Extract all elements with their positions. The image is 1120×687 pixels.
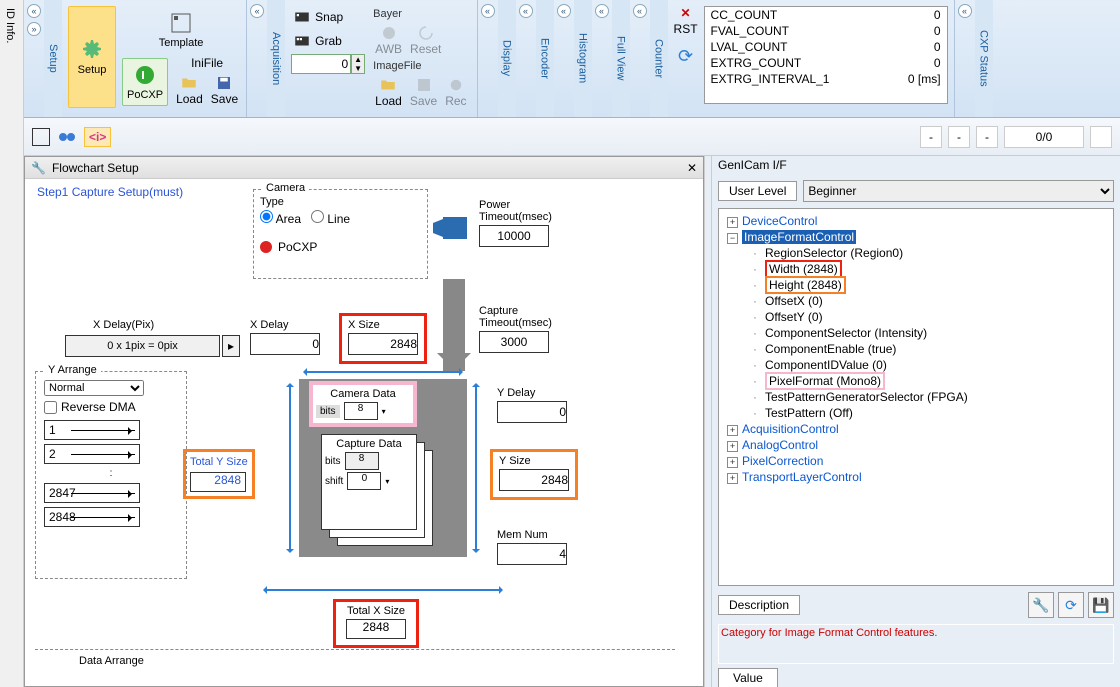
template-button[interactable]: Template [122,6,240,54]
img-save-button: Save [408,74,439,110]
code-icon[interactable]: <i> [84,127,111,147]
setup-button[interactable]: Setup [68,6,116,108]
description-button[interactable]: Description [718,595,800,615]
acq-number-input[interactable] [291,54,351,74]
value-button[interactable]: Value [718,668,778,687]
power-timeout-input[interactable] [479,225,549,247]
inifile-label: IniFile [191,56,223,70]
power-timeout-label: Power Timeout(msec) [479,199,552,223]
bayer-label: Bayer [373,8,468,20]
xdelay-input[interactable] [250,333,320,355]
line-radio[interactable]: Line [311,210,350,226]
camera-data-box: Camera Data bits8▾ [309,381,417,427]
flowchart-panel: 🔧 Flowchart Setup ✕ Step1 Capture Setup(… [24,156,704,687]
capture-data-box: Capture Data bits8 shift0▾ [321,434,417,530]
list-item: 2847 [44,483,140,503]
list-item: 1 [44,420,140,440]
chevron-icon[interactable]: « [633,4,647,18]
wrench-icon[interactable]: 🔧 [1028,592,1054,618]
flow-arrow-icon [443,279,465,371]
refresh-icon[interactable]: ⟳ [678,46,693,67]
description-text: Category for Image Format Control featur… [718,624,1114,664]
xdelay-pix-label: X Delay(Pix) [93,319,154,331]
wrench-icon: 🔧 [31,161,46,175]
chevron-icon[interactable]: « [481,4,495,18]
imagefile-label: ImageFile [373,60,468,72]
connect-icon[interactable] [56,126,78,148]
genicam-tree[interactable]: +DeviceControl −ImageFormatControl ·Regi… [723,213,1109,485]
user-level-select[interactable]: Beginner [803,180,1114,202]
splitter[interactable] [704,156,712,687]
rst-button[interactable]: ✕ [681,6,691,20]
counter-table[interactable]: CC_COUNT0 FVAL_COUNT0 LVAL_COUNT0 EXTRG_… [704,6,948,104]
fullview-tab[interactable]: Full View [615,36,627,80]
reset-button: Reset [408,22,443,58]
chevron-left-icon[interactable]: « [27,4,41,18]
reverse-dma-checkbox[interactable]: Reverse DMA [44,400,178,414]
pocxp-label: PoCXP [278,240,317,254]
chevron-icon[interactable]: « [519,4,533,18]
data-arrange-label: Data Arrange [79,655,144,667]
grab-button[interactable]: Grab [291,30,365,52]
memnum-input[interactable] [497,543,567,565]
chevron-icon[interactable]: « [557,4,571,18]
chevron-icon[interactable]: « [595,4,609,18]
load-button[interactable]: Load [174,72,205,108]
ydelay-input[interactable] [497,401,567,423]
chevron-icon[interactable]: « [958,4,972,18]
camera-icon [433,213,471,243]
ysize-input[interactable] [499,469,569,491]
img-load-button[interactable]: Load [373,74,404,110]
awb-button: AWB [373,22,404,58]
list-item: 2848 [44,507,140,527]
spinner-icon[interactable]: ▲▼ [351,54,365,74]
acquisition-tab[interactable]: Acquisition [270,32,282,85]
y-arrange-select[interactable]: Normal [44,380,144,396]
xsize-input[interactable] [348,333,418,355]
genicam-header: GenICam I/F [712,156,1120,174]
user-level-button[interactable]: User Level [718,181,797,201]
chevron-right-icon[interactable]: » [27,22,41,36]
capture-timeout-input[interactable] [479,331,549,353]
refresh-icon[interactable]: ⟳ [1058,592,1084,618]
id-info-tab[interactable]: ID Info. [4,8,16,43]
area-radio[interactable]: Area [260,210,301,226]
tb-dash-2[interactable]: - [948,126,970,148]
histogram-tab[interactable]: Histogram [577,33,589,83]
total-y-size: Total Y Size 2848 [183,449,255,499]
xdelay-pix-value: 0 x 1pix = 0pix [65,335,220,357]
total-x-size: Total X Size 2848 [333,599,419,648]
camera-group: Camera Type Area Line PoCXP [253,189,428,279]
xdelay-pix-arrow[interactable]: ▸ [222,335,240,357]
pocxp-button[interactable]: PoCXP [122,58,168,106]
ribbon: « » Setup Setup Template PoCXP IniFile L… [24,0,1120,118]
genicam-panel: GenICam I/F User Level Beginner +DeviceC… [712,156,1120,687]
save-icon[interactable]: 💾 [1088,592,1114,618]
tb-dash-3[interactable]: - [976,126,998,148]
setup-tab[interactable]: Setup [47,44,59,73]
tb-blank[interactable] [1090,126,1112,148]
close-icon[interactable]: ✕ [687,161,697,175]
ratio-display: 0/0 [1004,126,1084,148]
save-button[interactable]: Save [209,72,240,108]
encoder-tab[interactable]: Encoder [539,38,551,79]
window-icon[interactable] [32,128,50,146]
counter-tab[interactable]: Counter [653,39,665,78]
panel-title: Flowchart Setup [52,161,139,175]
snap-button[interactable]: Snap [291,6,365,28]
tb-dash-1[interactable]: - [920,126,942,148]
img-rec-button: Rec [443,74,468,110]
chevron-icon[interactable]: « [250,4,264,18]
cxp-status-tab[interactable]: CXP Status [978,30,990,87]
display-tab[interactable]: Display [501,40,513,76]
list-item: 2 [44,444,140,464]
y-arrange-group: Y Arrange Normal Reverse DMA 1 2 : 2847 … [35,371,187,579]
record-icon [260,241,272,253]
toolbar: <i> - - - 0/0 [24,118,1120,156]
